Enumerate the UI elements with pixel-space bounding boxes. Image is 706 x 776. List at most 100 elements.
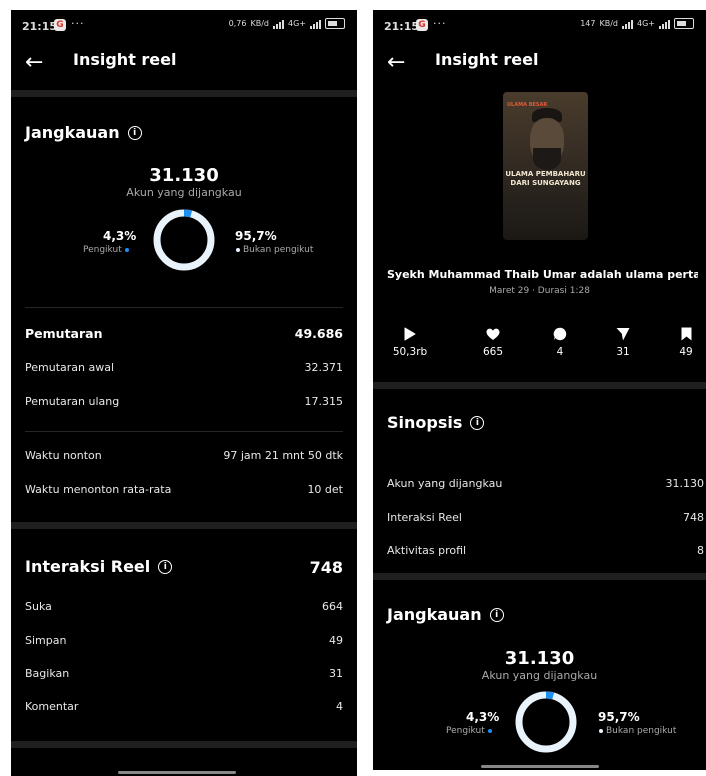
followers-label: Pengikut: [83, 245, 132, 255]
header: ← Insight reel: [11, 40, 357, 90]
synopsis-profile-row: Aktivitas profil 8: [387, 544, 704, 557]
synopsis-interactions-label: Interaksi Reel: [387, 511, 462, 524]
reel-thumbnail[interactable]: ULAMA BESAR ULAMA PEMBAHARU DARI SUNGAYA…: [503, 92, 588, 240]
reach-total: 31.130: [504, 648, 575, 669]
google-icon: G: [416, 19, 428, 31]
interactions-title-text: Interaksi Reel: [25, 557, 151, 576]
synopsis-reach-row: Akun yang dijangkau 31.130: [387, 477, 704, 490]
battery-icon: [674, 18, 694, 29]
nonfollowers-label: Bukan pengikut: [233, 245, 313, 255]
speed-unit: KB/d: [250, 19, 269, 28]
signal-icon: [622, 19, 633, 29]
nonfollowers-pct: 95,7%: [598, 710, 640, 724]
nonfollowers-label-text: Bukan pengikut: [606, 726, 677, 736]
reel-date: Maret 29 · Durasi 1:28: [489, 286, 590, 296]
synopsis-interactions-row: Interaksi Reel 748: [387, 511, 704, 524]
shares-row: Bagikan 31: [25, 667, 343, 680]
initial-plays-label: Pemutaran awal: [25, 361, 115, 374]
divider: [11, 522, 357, 529]
followers-label-text: Pengikut: [83, 245, 122, 255]
replays-value: 17.315: [304, 395, 344, 408]
divider: [25, 431, 343, 432]
stat-likes: 665: [463, 326, 523, 358]
status-time: 21:15: [22, 20, 58, 33]
status-more: ···: [71, 17, 85, 30]
reach-title-text: Jangkauan: [25, 123, 120, 142]
donut-nonfollowers: [153, 209, 215, 271]
divider: [373, 382, 706, 389]
stat-comments: 4: [530, 326, 590, 358]
interactions-title: Interaksi Reel i: [25, 557, 173, 576]
stat-saves-value: 49: [679, 346, 693, 358]
page-title: Insight reel: [435, 50, 539, 69]
info-icon[interactable]: i: [127, 125, 142, 140]
nonfollowers-dot: [599, 728, 603, 733]
info-icon[interactable]: i: [470, 415, 485, 430]
plays-row: Pemutaran 49.686: [25, 326, 343, 341]
play-icon: [380, 326, 440, 342]
watch-time-value: 97 jam 21 mnt 50 dtk: [223, 449, 343, 462]
thumbnail-title-line1: ULAMA PEMBAHARU: [505, 170, 586, 178]
plays-label: Pemutaran: [25, 326, 103, 341]
reel-title: Syekh Muhammad Thaib Umar adalah ulama p…: [387, 268, 698, 281]
reach-donut: [515, 691, 577, 753]
followers-pct: 4,3%: [103, 229, 137, 243]
synopsis-profile-label: Aktivitas profil: [387, 544, 467, 557]
avg-watch-row: Waktu menonton rata-rata 10 det: [25, 483, 343, 496]
signal-icon-2: [659, 19, 670, 29]
network-speed: 147: [580, 19, 596, 28]
comments-row: Komentar 4: [25, 700, 343, 713]
likes-row: Suka 664: [25, 600, 343, 613]
likes-value: 664: [322, 600, 343, 613]
home-indicator[interactable]: [481, 765, 599, 768]
speed-unit: KB/d: [599, 19, 618, 28]
thumbnail-title-line2: DARI SUNGAYANG: [510, 179, 581, 187]
followers-pct: 4,3%: [466, 710, 500, 724]
page-title: Insight reel: [73, 50, 177, 69]
interactions-total: 748: [309, 558, 343, 577]
comments-label: Komentar: [25, 700, 79, 713]
signal-icon: [273, 19, 284, 29]
divider: [25, 307, 343, 308]
heart-icon: [463, 326, 523, 342]
thumbnail-top-text: ULAMA BESAR: [507, 102, 548, 108]
reach-total-block: 31.130 Akun yang dijangkau: [373, 648, 706, 682]
reach-total-label: Akun yang dijangkau: [481, 669, 598, 682]
google-icon: G: [54, 19, 66, 31]
saves-label: Simpan: [25, 634, 67, 647]
status-time: 21:15: [384, 20, 420, 33]
stat-likes-value: 665: [482, 346, 504, 358]
right-screen: 21:15 G ··· 147 KB/d 4G+ ← Insight reel …: [373, 10, 706, 770]
watch-time-row: Waktu nonton 97 jam 21 mnt 50 dtk: [25, 449, 343, 462]
battery-icon: [325, 18, 345, 29]
nonfollowers-label: Bukan pengikut: [596, 726, 676, 736]
back-arrow-icon[interactable]: ←: [387, 52, 405, 74]
saves-value: 49: [329, 634, 343, 647]
synopsis-profile-value: 8: [697, 544, 704, 557]
stat-shares-value: 31: [616, 346, 630, 358]
plays-value: 49.686: [294, 326, 343, 341]
synopsis-reach-value: 31.130: [665, 477, 705, 490]
synopsis-reach-label: Akun yang dijangkau: [387, 477, 503, 490]
nonfollowers-pct: 95,7%: [235, 229, 277, 243]
reach-total-label: Akun yang dijangkau: [126, 186, 242, 199]
likes-label: Suka: [25, 600, 52, 613]
network-speed: 0,76: [228, 19, 247, 28]
reach-total: 31.130: [149, 165, 219, 186]
nonfollowers-label-text: Bukan pengikut: [243, 245, 314, 255]
nonfollowers-dot: [236, 247, 240, 252]
info-icon[interactable]: i: [489, 607, 504, 622]
stat-comments-value: 4: [556, 346, 564, 358]
avg-watch-value: 10 det: [307, 483, 343, 496]
reach-title: Jangkauan i: [25, 123, 142, 142]
synopsis-title: Sinopsis i: [387, 413, 485, 432]
home-indicator[interactable]: [118, 771, 236, 774]
stat-saves: 49: [656, 326, 706, 358]
network-type: 4G+: [637, 19, 655, 28]
shares-label: Bagikan: [25, 667, 70, 680]
info-icon[interactable]: i: [158, 559, 173, 574]
network-type: 4G+: [288, 19, 306, 28]
avg-watch-label: Waktu menonton rata-rata: [25, 483, 172, 496]
stat-plays-value: 50,3rb: [392, 346, 428, 358]
back-arrow-icon[interactable]: ←: [25, 52, 43, 74]
